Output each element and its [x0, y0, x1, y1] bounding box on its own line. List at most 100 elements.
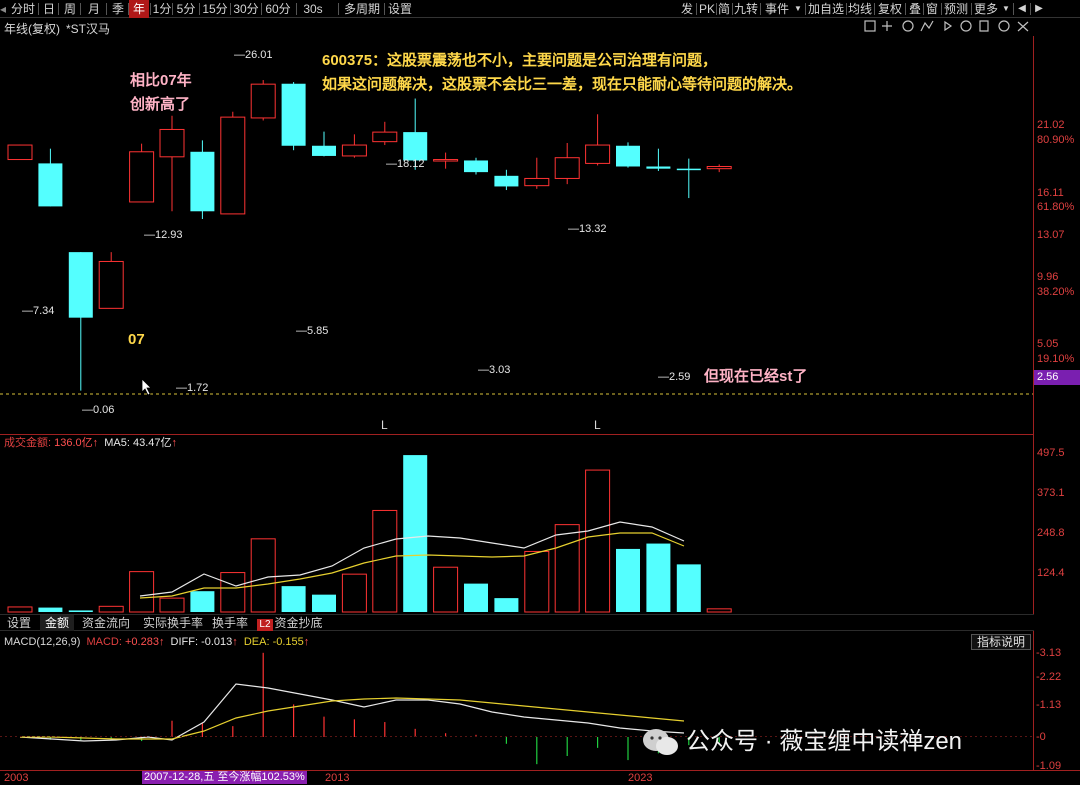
axis-price-5-05: 5.05	[1037, 338, 1059, 350]
candle-body	[281, 83, 306, 146]
candle-body	[403, 132, 428, 161]
price-label-1: —7.34	[22, 305, 55, 317]
macd-axis-neg-1-09: -1.09	[1036, 760, 1062, 772]
volume-bar	[433, 566, 459, 613]
macd-axis-2-22: -2.22	[1036, 671, 1062, 683]
candle-body	[464, 160, 488, 173]
wechat-logo-icon	[643, 729, 678, 755]
left-note-line-1: 相比07年	[130, 72, 192, 89]
candle-body	[646, 166, 671, 169]
macd-axis-1-13: -1.13	[1036, 699, 1062, 711]
candle-body	[159, 128, 185, 158]
candle-body	[98, 260, 124, 309]
tab-fund-flow[interactable]: 资金流向	[78, 615, 134, 631]
tab-actual-turnover[interactable]: 实际换手率	[138, 615, 208, 631]
candle-body	[190, 151, 215, 212]
indicator-explain-button[interactable]: 指标说明	[971, 634, 1031, 650]
macd-histogram-group	[49, 652, 720, 765]
candle-body	[220, 116, 246, 215]
candle-body	[706, 165, 732, 170]
volume-bar	[403, 455, 428, 612]
volume-legend: 成交金额: 136.0亿↑ MA5: 43.47亿↑	[4, 437, 177, 449]
l-marker-1: L	[381, 418, 388, 432]
vol-axis-124: 124.4	[1037, 567, 1065, 579]
price-label-3: —12.93	[144, 229, 183, 241]
candle-body	[129, 151, 155, 203]
watermark-text: 公众号 · 薇宝缠中读禅zen	[686, 728, 963, 755]
volume-bar	[616, 548, 640, 612]
volume-bar	[646, 543, 671, 612]
chart-canvas[interactable]	[0, 0, 1080, 785]
volume-bar	[706, 608, 732, 613]
indicator-tabs: 设置 金额 资金流向 实际换手率 换手率 L2 资金抄底	[0, 614, 1034, 631]
price-label-6: —5.85	[296, 325, 329, 337]
axis-price-9-96: 9.96	[1037, 271, 1059, 283]
candle-body	[341, 144, 367, 157]
l-marker-2: L	[594, 418, 601, 432]
candle-body	[250, 83, 276, 119]
volume-bar	[676, 564, 701, 612]
price-label-5: —26.01	[234, 49, 273, 61]
volume-bar	[68, 610, 93, 612]
volume-bar	[494, 598, 519, 612]
current-price-badge: 2.56	[1034, 370, 1080, 385]
candle-body	[38, 163, 63, 207]
candle-body	[68, 252, 93, 318]
candle-body	[372, 131, 398, 143]
price-label-10: —2.59	[658, 371, 691, 383]
volume-bar	[190, 591, 215, 612]
candle-body	[494, 175, 519, 187]
volume-bar	[98, 605, 124, 613]
volume-bar	[312, 594, 336, 612]
axis-price-21-02: 21.02	[1037, 119, 1065, 131]
macd-axis-0: -0	[1036, 731, 1046, 743]
candle-body	[524, 177, 550, 187]
vol-axis-373: 373.1	[1037, 487, 1065, 499]
tab-amount[interactable]: 金额	[40, 615, 74, 631]
volume-bar	[129, 571, 155, 613]
volume-bar	[159, 597, 185, 613]
left-note-line-2: 创新高了	[130, 96, 191, 113]
tab-turnover[interactable]: 换手率	[210, 615, 250, 631]
candle-body	[585, 144, 611, 164]
volume-bar	[554, 524, 580, 613]
volume-bar	[341, 573, 367, 613]
candle-body	[433, 159, 459, 162]
candle-body	[616, 145, 640, 167]
axis-pct-38-20: 38.20%	[1037, 286, 1075, 298]
vol-axis-248: 248.8	[1037, 527, 1065, 539]
st-note: 但现在已经st了	[704, 368, 808, 385]
price-label-8: —3.03	[478, 364, 511, 376]
price-label-9: —13.32	[568, 223, 607, 235]
time-highlight: 2007-12-28,五 至今涨幅102.53%	[142, 771, 307, 784]
diff-line	[19, 683, 685, 742]
note-line-2: 如果这问题解决，这股票不会比三一差，现在只能耐心等待问题的解决。	[322, 76, 803, 93]
volume-bar	[220, 572, 246, 613]
volume-bar	[585, 469, 611, 613]
candle-body	[554, 157, 580, 179]
axis-pct-61-80: 61.80%	[1037, 201, 1075, 213]
volume-bar	[250, 538, 276, 613]
axis-price-13-07: 13.07	[1037, 229, 1065, 241]
tab-fund-bottom[interactable]: L2 资金抄底	[252, 615, 328, 631]
tab-settings[interactable]: 设置	[2, 615, 36, 631]
year-07-marker: 07	[128, 331, 145, 348]
axis-pct-19-10: 19.10%	[1037, 353, 1075, 365]
time-axis-2013: 2013	[325, 772, 350, 784]
volume-bar	[38, 607, 63, 612]
volume-bar	[7, 606, 33, 613]
price-label-4: —1.72	[176, 382, 209, 394]
price-label-7: —18.12	[386, 158, 425, 170]
candle-group	[7, 80, 732, 391]
volume-bar	[281, 586, 306, 612]
candle-body	[312, 145, 336, 156]
mouse-cursor-icon	[141, 378, 152, 396]
macd-legend: MACD(12,26,9) MACD: +0.283↑ DIFF: -0.013…	[4, 636, 310, 648]
volume-bar	[464, 583, 488, 612]
axis-pct-80-90: 80.90%	[1037, 134, 1075, 146]
volume-bar	[524, 550, 550, 613]
candle-body	[676, 168, 701, 171]
time-axis-2003: 2003	[4, 772, 29, 784]
axis-price-16-11: 16.11	[1037, 187, 1064, 199]
price-label-2: —0.06	[82, 404, 115, 416]
